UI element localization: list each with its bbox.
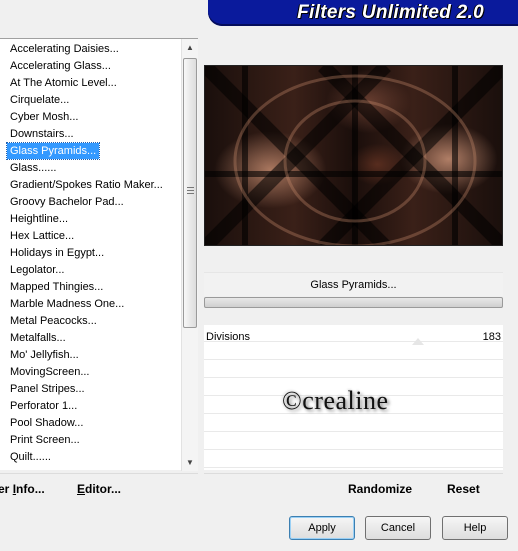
param-value: 183 xyxy=(482,331,501,343)
apply-button[interactable]: Apply xyxy=(289,516,355,540)
filter-item[interactable]: Cyber Mosh... xyxy=(7,109,81,125)
filter-list-items: Accelerating Daisies... Accelerating Glas… xyxy=(0,41,181,469)
filter-list[interactable]: Accelerating Daisies... Accelerating Glas… xyxy=(0,38,198,471)
filter-item[interactable]: MovingScreen... xyxy=(7,364,92,380)
filter-item[interactable]: Gradient/Spokes Ratio Maker... xyxy=(7,177,166,193)
filter-item[interactable]: Glass...... xyxy=(7,160,59,176)
right-button-bar: Randomize Reset xyxy=(204,473,503,500)
scrollbar-thumb[interactable] xyxy=(183,58,197,328)
title-banner: Filters Unlimited 2.0 xyxy=(208,0,518,26)
cancel-button[interactable]: Cancel xyxy=(365,516,431,540)
filter-item[interactable]: Hex Lattice... xyxy=(7,228,77,244)
selected-filter-name: Glass Pyramids... xyxy=(204,272,503,296)
param-row-empty xyxy=(204,451,503,468)
help-button[interactable]: Help xyxy=(442,516,508,540)
preview-pattern xyxy=(205,66,502,245)
filter-item[interactable]: Cirquelate... xyxy=(7,92,72,108)
editor-hotkey: E xyxy=(77,482,86,496)
watermark-text: ©crealine xyxy=(282,386,389,415)
user-info-rest: nfo... xyxy=(16,482,45,496)
user-info-prefix: er xyxy=(0,482,10,496)
filter-item[interactable]: Quilt 2... xyxy=(7,466,54,469)
left-button-bar: er Info... Editor... xyxy=(0,473,198,500)
filter-item[interactable]: At The Atomic Level... xyxy=(7,75,120,91)
filter-item[interactable]: Print Screen... xyxy=(7,432,83,448)
randomize-button[interactable]: Randomize xyxy=(348,482,412,496)
filter-item[interactable]: Metal Peacocks... xyxy=(7,313,100,329)
filter-item[interactable]: Pool Shadow... xyxy=(7,415,86,431)
param-row-empty xyxy=(204,343,503,360)
filter-item[interactable]: Accelerating Daisies... xyxy=(7,41,122,57)
scroll-grip-icon xyxy=(187,187,194,194)
filter-item[interactable]: Mo' Jellyfish... xyxy=(7,347,82,363)
param-row-empty xyxy=(204,361,503,378)
reset-button[interactable]: Reset xyxy=(447,482,480,496)
arrow-up-icon[interactable]: ▲ xyxy=(182,39,198,56)
filter-item[interactable]: Panel Stripes... xyxy=(7,381,88,397)
param-label: Divisions xyxy=(206,331,251,343)
filter-item[interactable]: Legolator... xyxy=(7,262,67,278)
filter-list-scrollbar[interactable]: ▲ ▼ xyxy=(181,39,198,471)
filter-preview-image xyxy=(204,65,503,246)
filter-item[interactable]: Perforator 1... xyxy=(7,398,80,414)
filter-item[interactable]: Quilt...... xyxy=(7,449,54,465)
editor-rest: ditor... xyxy=(85,482,122,496)
editor-button[interactable]: Editor... xyxy=(77,482,121,496)
param-row-empty xyxy=(204,433,503,450)
filter-item[interactable]: Marble Madness One... xyxy=(7,296,127,312)
param-row-empty xyxy=(204,415,503,432)
app-title: Filters Unlimited 2.0 xyxy=(297,2,484,23)
filter-item-selected[interactable]: Glass Pyramids... xyxy=(5,142,101,160)
filter-item[interactable]: Metalfalls... xyxy=(7,330,69,346)
filter-item[interactable]: Holidays in Egypt... xyxy=(7,245,107,261)
filter-item[interactable]: Accelerating Glass... xyxy=(7,58,114,74)
filter-item[interactable]: Mapped Thingies... xyxy=(7,279,106,295)
filter-item[interactable]: Heightline... xyxy=(7,211,71,227)
progress-bar xyxy=(204,297,503,308)
param-row-divisions[interactable]: Divisions 183 xyxy=(204,325,503,345)
filter-item[interactable]: Groovy Bachelor Pad... xyxy=(7,194,127,210)
filter-item[interactable]: Downstairs... xyxy=(7,126,77,142)
user-info-button[interactable]: er Info... xyxy=(0,482,45,496)
arrow-down-icon[interactable]: ▼ xyxy=(182,454,198,471)
